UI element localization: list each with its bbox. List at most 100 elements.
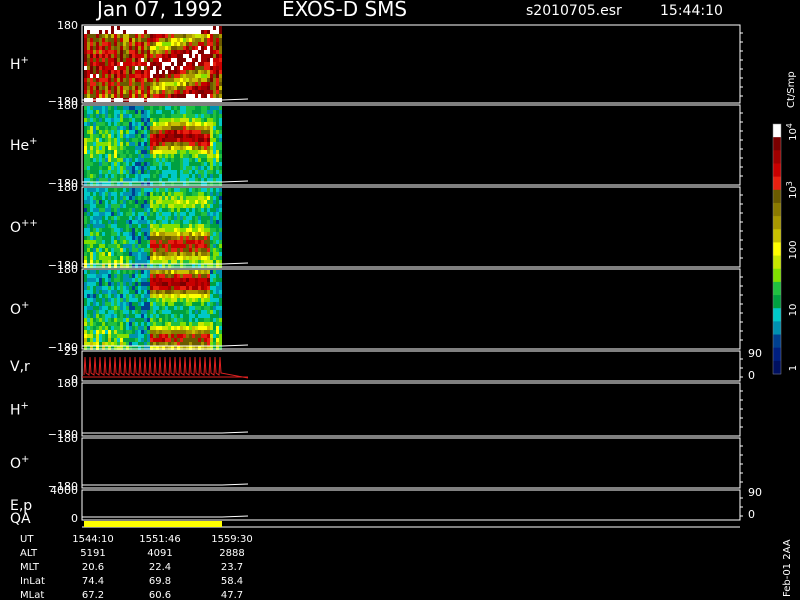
spectrogram-cell xyxy=(201,118,204,122)
spectrogram-cell xyxy=(207,252,210,256)
spectrogram-cell xyxy=(204,62,207,66)
spectrogram-cell xyxy=(174,286,177,290)
spectrogram-cell xyxy=(150,150,153,154)
spectrogram-cell xyxy=(150,146,153,150)
spectrogram-cell xyxy=(204,90,207,94)
spectrogram-cell xyxy=(207,314,210,318)
panel-species-charge: + xyxy=(21,454,29,465)
spectrogram-cell xyxy=(108,290,111,294)
spectrogram-cell xyxy=(207,278,210,282)
spectrogram-cell xyxy=(204,126,207,130)
spectrogram-cell xyxy=(117,248,120,252)
spectrogram-cell xyxy=(111,42,114,46)
spectrogram-cell xyxy=(129,330,132,334)
spectrogram-cell xyxy=(180,232,183,236)
spectrogram-cell xyxy=(117,54,120,58)
spectrogram-cell xyxy=(156,34,159,38)
spectrogram-cell xyxy=(90,200,93,204)
spectrogram-cell xyxy=(213,310,216,314)
spectrogram-cell xyxy=(87,70,90,74)
spectrogram-cell xyxy=(96,26,99,30)
spectrogram-cell xyxy=(177,204,180,208)
spectrogram-cell xyxy=(216,42,219,46)
spectrogram-cell xyxy=(171,150,174,154)
spectrogram-cell xyxy=(177,126,180,130)
spectrogram-cell xyxy=(216,236,219,240)
spectrogram-cell xyxy=(93,94,96,98)
spectrogram-cell xyxy=(174,118,177,122)
spectrogram-cell xyxy=(186,208,189,212)
spectrogram-cell xyxy=(126,294,129,298)
spectrogram-cell xyxy=(201,38,204,42)
panel-species-charge: + xyxy=(21,55,29,66)
spectrogram-cell xyxy=(207,188,210,192)
spectrogram-cell xyxy=(183,278,186,282)
spectrogram-cell xyxy=(120,38,123,42)
spectrogram-cell xyxy=(171,334,174,338)
spectrogram-cell xyxy=(213,298,216,302)
spectrogram-cell xyxy=(150,216,153,220)
spectrogram-cell xyxy=(162,30,165,34)
spectrogram-cell xyxy=(93,174,96,178)
spectrogram-cell xyxy=(99,50,102,54)
spectrogram-cell xyxy=(117,110,120,114)
spectrogram-cell xyxy=(144,252,147,256)
colorbar-segment xyxy=(773,321,781,336)
spectrogram-cell xyxy=(147,314,150,318)
ephemeris-value: 69.8 xyxy=(149,576,171,587)
spectrogram-cell xyxy=(144,244,147,248)
spectrogram-cell xyxy=(150,330,153,334)
spectrogram-cell xyxy=(159,216,162,220)
spectrogram-cell xyxy=(138,200,141,204)
spectrogram-cell xyxy=(108,208,111,212)
spectrogram-cell xyxy=(198,294,201,298)
spectrogram-cell xyxy=(105,106,108,110)
spectrogram-cell xyxy=(111,278,114,282)
spectrogram-cell xyxy=(144,86,147,90)
spectrogram-cell xyxy=(105,58,108,62)
spectrogram-cell xyxy=(198,90,201,94)
spectrogram-cell xyxy=(105,34,108,38)
spectrogram-cell xyxy=(216,122,219,126)
spectrogram-cell xyxy=(99,34,102,38)
spectrogram-cell xyxy=(177,86,180,90)
spectrogram-cell xyxy=(90,106,93,110)
spectrogram-cell xyxy=(195,46,198,50)
spectrogram-cell xyxy=(177,174,180,178)
spectrogram-cell xyxy=(105,138,108,142)
spectrogram-cell xyxy=(141,158,144,162)
spectrogram-cell xyxy=(213,174,216,178)
spectrogram-cell xyxy=(147,50,150,54)
spectrogram-cell xyxy=(141,228,144,232)
spectrogram-cell xyxy=(120,274,123,278)
spectrogram-cell xyxy=(99,212,102,216)
spectrogram-cell xyxy=(198,78,201,82)
spectrogram-cell xyxy=(180,252,183,256)
spectrogram-cell xyxy=(102,126,105,130)
spectrogram-cell xyxy=(111,326,114,330)
spectrogram-cell xyxy=(126,114,129,118)
spectrogram-cell xyxy=(180,338,183,342)
spectrogram-cell xyxy=(162,114,165,118)
spectrogram-cell xyxy=(132,50,135,54)
spectrogram-cell xyxy=(216,170,219,174)
spectrogram-cell xyxy=(132,42,135,46)
spectrogram-cell xyxy=(144,94,147,98)
spectrogram-cell xyxy=(165,236,168,240)
spectrogram-cell xyxy=(216,86,219,90)
spectrogram-cell xyxy=(171,90,174,94)
spectrogram-cell xyxy=(186,252,189,256)
spectrogram-cell xyxy=(204,260,207,264)
spectrogram-cell xyxy=(195,196,198,200)
spectrogram-cell xyxy=(123,232,126,236)
spectrogram-cell xyxy=(117,138,120,142)
spectrogram-cell xyxy=(219,282,222,286)
spectrogram-cell xyxy=(183,150,186,154)
spectrogram-cell xyxy=(219,244,222,248)
spectrogram-cell xyxy=(111,162,114,166)
spectrogram-cell xyxy=(183,138,186,142)
spectrogram-cell xyxy=(204,46,207,50)
spectrogram-cell xyxy=(159,34,162,38)
spectrogram-cell xyxy=(90,212,93,216)
spectrogram-cell xyxy=(93,30,96,34)
